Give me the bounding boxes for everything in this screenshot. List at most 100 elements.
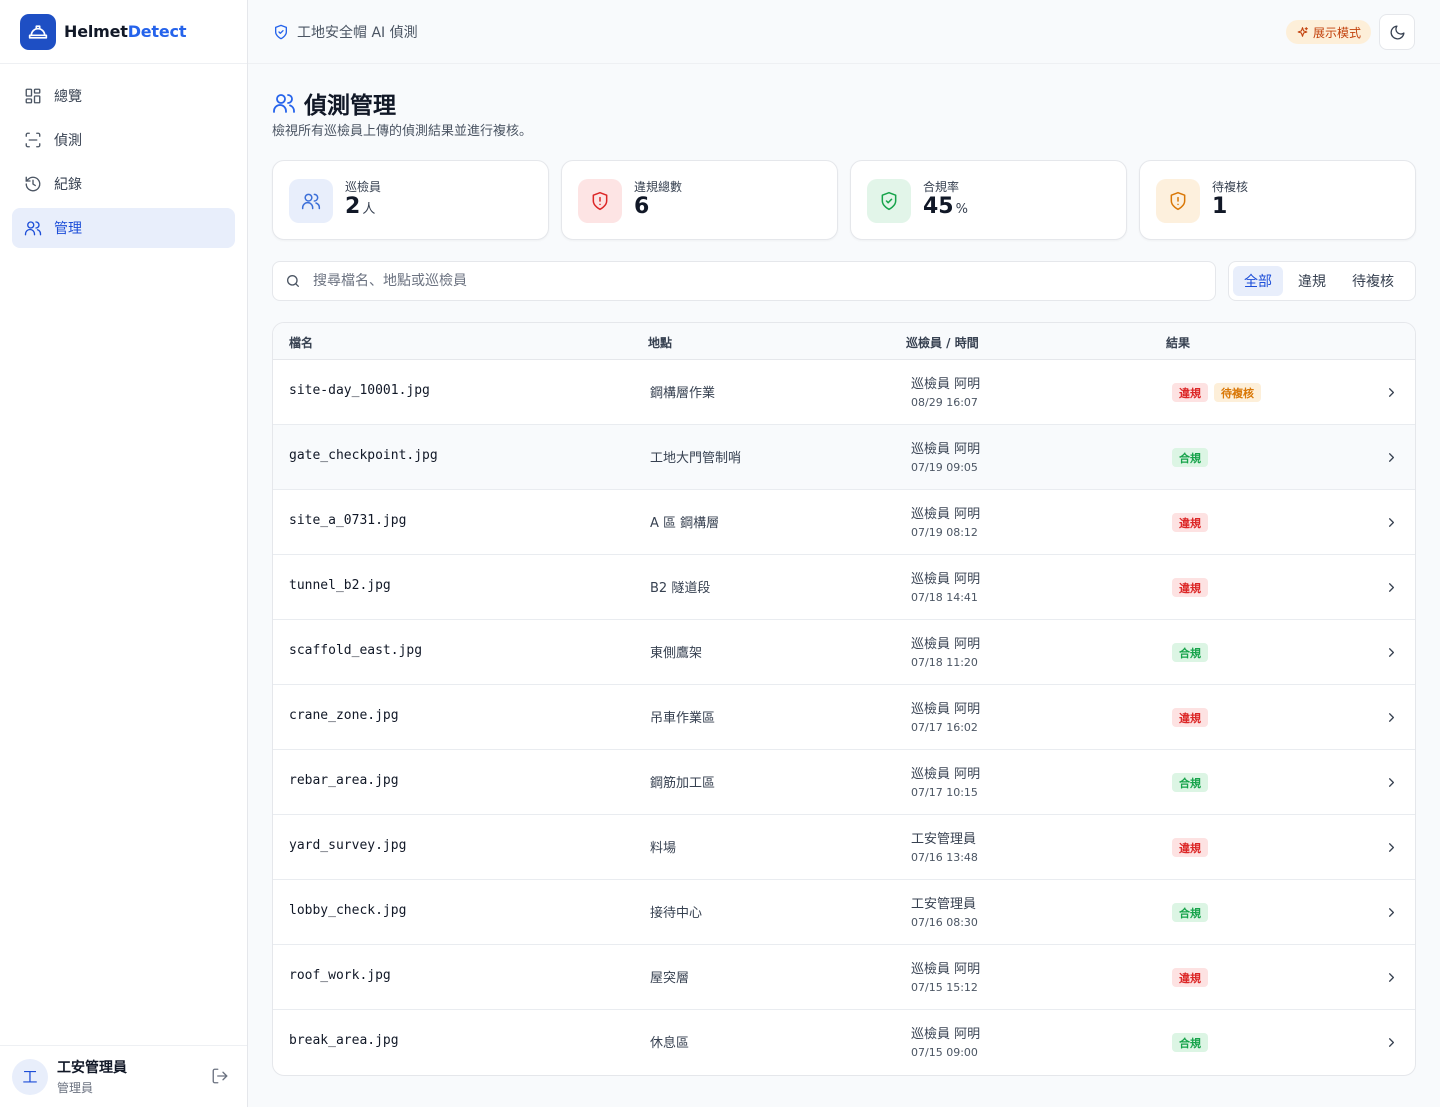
table-row[interactable]: tunnel_b2.jpg B2 隧道段 巡檢員 阿明 07/18 14:41 違規 — [273, 555, 1415, 620]
stat-label: 違規總數 — [634, 180, 683, 194]
chevron-right-icon[interactable] — [1384, 970, 1399, 985]
stat-card-inspectors: 巡檢員 2人 — [272, 160, 549, 240]
file-name: crane_zone.jpg — [289, 708, 399, 723]
chevron-right-icon[interactable] — [1384, 840, 1399, 855]
location: 料場 — [650, 841, 677, 856]
inspector-name: 工安管理員 — [911, 832, 977, 847]
sidebar-item-label: 總覽 — [54, 89, 82, 105]
avatar[interactable]: 工 — [12, 1058, 48, 1095]
status-badge: 違規 — [1172, 708, 1208, 727]
search-input[interactable] — [313, 273, 1173, 289]
column-header-file: 檔名 — [289, 336, 314, 350]
sidebar-nav: 總覽 偵測 紀錄 管理 — [0, 64, 247, 248]
chevron-right-icon[interactable] — [1384, 645, 1399, 660]
sidebar-item-overview[interactable]: 總覽 — [12, 76, 235, 116]
status-badge: 違規 — [1172, 513, 1208, 532]
sidebar-item-records[interactable]: 紀錄 — [12, 164, 235, 204]
inspector-name: 巡檢員 阿明 — [911, 962, 981, 977]
table-row[interactable]: site-day_10001.jpg 鋼構層作業 巡檢員 阿明 08/29 16:07… — [273, 360, 1415, 425]
column-header-inspector-time: 巡檢員 / 時間 — [906, 336, 979, 350]
status-badge: 合規 — [1172, 643, 1208, 662]
file-name: site-day_10001.jpg — [289, 383, 430, 398]
table-row[interactable]: site_a_0731.jpg A 區 鋼構層 巡檢員 阿明 07/19 08:12 違… — [273, 490, 1415, 555]
detections-table: 檔名 地點 巡檢員 / 時間 結果 site-day_10001.jpg 鋼構層作… — [272, 322, 1416, 1076]
logout-icon[interactable] — [211, 1067, 229, 1085]
timestamp: 07/16 13:48 — [911, 851, 978, 864]
file-name: yard_survey.jpg — [289, 838, 407, 853]
table-row[interactable]: scaffold_east.jpg 東側鷹架 巡檢員 阿明 07/18 11:20 合規 — [273, 620, 1415, 685]
sidebar-item-manage[interactable]: 管理 — [12, 208, 235, 248]
demo-mode-label: 展示模式 — [1313, 25, 1362, 40]
column-header-location: 地點 — [648, 336, 673, 350]
table-header: 檔名 地點 巡檢員 / 時間 結果 — [273, 323, 1415, 360]
table-row[interactable]: crane_zone.jpg 吊車作業區 巡檢員 阿明 07/17 16:02 違規 — [273, 685, 1415, 750]
sidebar: HelmetDetect 總覽 偵測 紀錄 管理 工 工安管理員 管理員 — [0, 0, 248, 1107]
table-row[interactable]: break_area.jpg 休息區 巡檢員 阿明 07/15 09:00 合規 — [273, 1010, 1415, 1075]
chevron-right-icon[interactable] — [1384, 710, 1399, 725]
table-row[interactable]: gate_checkpoint.jpg 工地大門管制哨 巡檢員 阿明 07/19 09… — [273, 425, 1415, 490]
location: 鋼構層作業 — [650, 386, 716, 401]
file-name: roof_work.jpg — [289, 968, 391, 983]
stat-card-compliance-rate: 合規率 45% — [850, 160, 1127, 240]
stat-label: 待複核 — [1212, 180, 1249, 194]
inspector-name: 巡檢員 阿明 — [911, 702, 981, 717]
chevron-right-icon[interactable] — [1384, 580, 1399, 595]
chevron-right-icon[interactable] — [1384, 775, 1399, 790]
table-row[interactable]: yard_survey.jpg 料場 工安管理員 07/16 13:48 違規 — [273, 815, 1415, 880]
status-badge: 合規 — [1172, 448, 1208, 467]
table-row[interactable]: rebar_area.jpg 鋼筋加工區 巡檢員 阿明 07/17 10:15 合規 — [273, 750, 1415, 815]
status-badge: 待複核 — [1214, 383, 1261, 402]
inspector-name: 巡檢員 阿明 — [911, 507, 981, 522]
inspector-name: 工安管理員 — [911, 897, 977, 912]
page-subtitle: 檢視所有巡檢員上傳的偵測結果並進行複核。 — [272, 124, 533, 139]
brand[interactable]: HelmetDetect — [0, 0, 247, 64]
status-badge: 合規 — [1172, 773, 1208, 792]
table-row[interactable]: lobby_check.jpg 接待中心 工安管理員 07/16 08:30 合規 — [273, 880, 1415, 945]
location: A 區 鋼構層 — [650, 516, 720, 531]
timestamp: 07/15 09:00 — [911, 1046, 978, 1059]
filter-pending-button[interactable]: 待複核 — [1341, 266, 1405, 296]
location: 屋突層 — [650, 971, 690, 986]
file-name: break_area.jpg — [289, 1033, 399, 1048]
chevron-right-icon[interactable] — [1384, 515, 1399, 530]
filter-all-button[interactable]: 全部 — [1233, 266, 1283, 296]
timestamp: 07/17 16:02 — [911, 721, 978, 734]
location: 東側鷹架 — [650, 646, 703, 661]
chevron-right-icon[interactable] — [1384, 1035, 1399, 1050]
search-bar — [272, 261, 1216, 301]
shield-check-icon — [867, 179, 911, 223]
theme-toggle-button[interactable] — [1379, 14, 1415, 50]
scan-icon — [25, 132, 41, 148]
status-badge: 合規 — [1172, 1033, 1208, 1052]
chevron-right-icon[interactable] — [1384, 450, 1399, 465]
table-body: site-day_10001.jpg 鋼構層作業 巡檢員 阿明 08/29 16:07… — [273, 360, 1415, 1075]
timestamp: 07/15 15:12 — [911, 981, 978, 994]
stats-row: 巡檢員 2人 違規總數 6 合規率 45% 待複核 1 — [272, 160, 1416, 240]
inspector-name: 巡檢員 阿明 — [911, 377, 981, 392]
table-row[interactable]: roof_work.jpg 屋突層 巡檢員 阿明 07/15 15:12 違規 — [273, 945, 1415, 1010]
result-badges: 違規 — [1172, 838, 1208, 857]
users-icon — [273, 94, 295, 113]
filter-violation-button[interactable]: 違規 — [1287, 266, 1337, 296]
users-icon — [289, 179, 333, 223]
location: 休息區 — [650, 1036, 690, 1051]
user-role: 管理員 — [57, 1081, 94, 1095]
history-icon — [25, 176, 41, 192]
chevron-right-icon[interactable] — [1384, 905, 1399, 920]
user-profile: 工 工安管理員 管理員 — [0, 1045, 247, 1107]
status-badge: 合規 — [1172, 903, 1208, 922]
stat-value: 45% — [923, 194, 968, 219]
breadcrumb-label: 工地安全帽 AI 偵測 — [297, 25, 418, 41]
result-badges: 違規 — [1172, 708, 1208, 727]
user-name: 工安管理員 — [57, 1060, 127, 1076]
inspector-name: 巡檢員 阿明 — [911, 572, 981, 587]
result-badges: 違規 — [1172, 513, 1208, 532]
users-icon — [24, 221, 42, 236]
sidebar-item-detect[interactable]: 偵測 — [12, 120, 235, 160]
chevron-right-icon[interactable] — [1384, 385, 1399, 400]
timestamp: 07/19 08:12 — [911, 526, 978, 539]
location: 接待中心 — [650, 906, 703, 921]
location: B2 隧道段 — [650, 581, 711, 596]
sidebar-item-label: 偵測 — [54, 133, 82, 149]
file-name: scaffold_east.jpg — [289, 643, 423, 658]
